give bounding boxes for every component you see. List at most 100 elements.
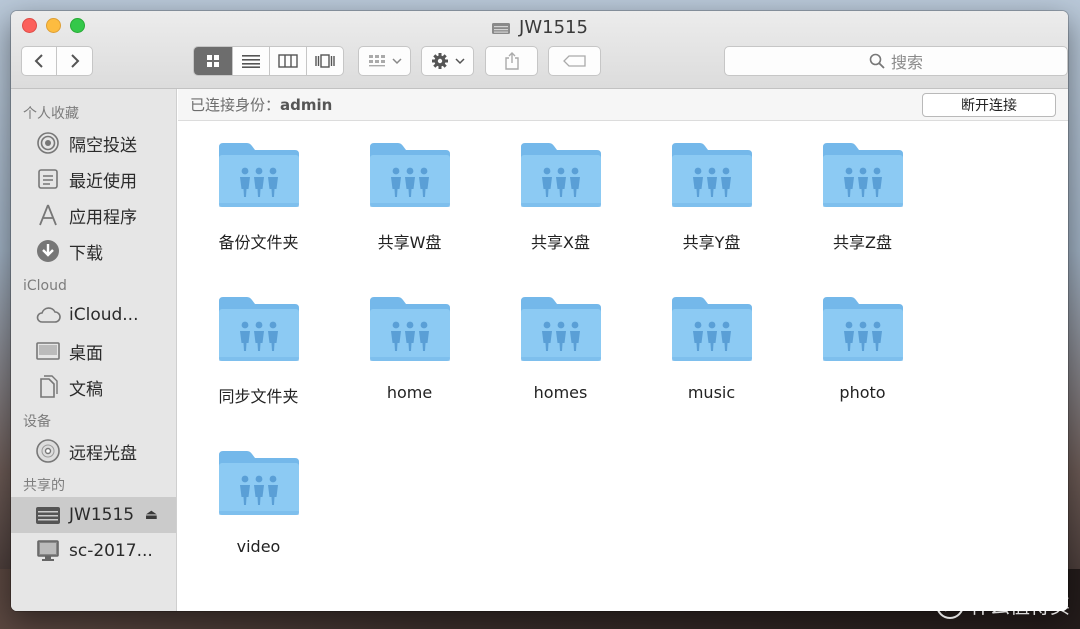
sidebar-item-icloud-drive[interactable]: iCloud... xyxy=(11,297,176,333)
window-title: JW1515 xyxy=(11,17,1068,38)
shared-folder-icon xyxy=(218,451,299,515)
sidebar-item-label: sc-2017... xyxy=(69,541,153,561)
tags-button[interactable] xyxy=(548,46,601,76)
tag-icon xyxy=(562,55,586,67)
shared-folder-icon xyxy=(520,143,601,207)
nas-server-icon xyxy=(35,502,61,528)
view-mode-switcher xyxy=(193,46,344,76)
action-menu-button[interactable] xyxy=(421,46,474,76)
connection-label: 已连接身份： xyxy=(190,96,281,114)
shared-folder[interactable]: 共享Z盘 xyxy=(787,141,938,295)
folder-name: 共享Z盘 xyxy=(833,233,892,252)
shared-folder[interactable]: 共享W盘 xyxy=(334,141,485,295)
shared-folder[interactable]: video xyxy=(183,449,334,603)
chevron-down-icon xyxy=(391,58,402,65)
sidebar-item-documents[interactable]: 文稿 xyxy=(11,369,176,405)
list-view-button[interactable] xyxy=(233,47,270,75)
content-area: 已连接身份： admin 断开连接 备份文件夹 共享W盘 共享X盘 共享Y盘 共… xyxy=(178,89,1068,611)
sidebar-item-downloads[interactable]: 下载 xyxy=(11,233,176,269)
shared-folder-icon xyxy=(520,297,601,361)
eject-icon[interactable]: ⏏ xyxy=(145,507,158,523)
icon-view-icon xyxy=(207,55,220,67)
search-field[interactable]: 搜索 xyxy=(724,46,1068,76)
folder-name: 共享X盘 xyxy=(531,233,590,252)
chevron-right-icon xyxy=(70,54,79,68)
cover-flow-icon xyxy=(315,54,335,68)
sidebar-item-label: 文稿 xyxy=(69,379,103,400)
share-button[interactable] xyxy=(485,46,538,76)
shared-folder[interactable]: 备份文件夹 xyxy=(183,141,334,295)
sidebar-item-label: JW1515 xyxy=(69,505,135,525)
column-view-button[interactable] xyxy=(270,47,307,75)
window-title-text: JW1515 xyxy=(519,17,588,38)
gear-icon xyxy=(431,53,448,69)
shared-folder[interactable]: 共享Y盘 xyxy=(636,141,787,295)
watermark: 值 什么值得买 xyxy=(936,590,1070,619)
shared-folder-icon xyxy=(822,297,903,361)
folder-name: homes xyxy=(533,383,588,402)
search-icon xyxy=(869,53,885,69)
sidebar-item-label: 远程光盘 xyxy=(69,443,137,464)
back-button[interactable] xyxy=(22,47,58,75)
group-by-button[interactable] xyxy=(358,46,411,76)
shared-folder[interactable]: homes xyxy=(485,295,636,449)
shared-folder-icon xyxy=(369,297,450,361)
folder-name: music xyxy=(687,383,736,402)
sidebar-item-remote-disc[interactable]: 远程光盘 xyxy=(11,433,176,469)
connection-user: admin xyxy=(280,95,333,114)
chevron-down-icon xyxy=(454,58,465,65)
shared-folder-icon xyxy=(671,143,752,207)
group-icon xyxy=(368,55,385,67)
forward-button[interactable] xyxy=(57,47,92,75)
cover-flow-view-button[interactable] xyxy=(307,47,344,75)
shared-folder-icon xyxy=(218,143,299,207)
watermark-text: 什么值得买 xyxy=(970,594,1070,618)
folder-name: 共享W盘 xyxy=(377,233,442,252)
folder-name: home xyxy=(386,383,433,402)
sidebar-item-label: 应用程序 xyxy=(69,207,137,228)
finder-window: JW1515 搜索 个人收藏 隔空投送 最近使用 应用程序 下载 iCloud … xyxy=(11,11,1068,611)
chevron-left-icon xyxy=(34,54,43,68)
sidebar: 个人收藏 隔空投送 最近使用 应用程序 下载 iCloud iCloud... … xyxy=(11,89,177,611)
shared-folder[interactable]: 共享X盘 xyxy=(485,141,636,295)
nas-server-icon xyxy=(492,22,511,34)
computer-icon xyxy=(35,538,61,564)
shared-folder[interactable]: home xyxy=(334,295,485,449)
shared-folder-icon xyxy=(369,143,450,207)
document-icon xyxy=(35,374,61,400)
shared-folder[interactable]: photo xyxy=(787,295,938,449)
cloud-icon xyxy=(35,302,61,328)
shared-folder[interactable]: 同步文件夹 xyxy=(183,295,334,449)
sidebar-item-desktop[interactable]: 桌面 xyxy=(11,333,176,369)
search-placeholder: 搜索 xyxy=(890,53,923,72)
sidebar-item-airdrop[interactable]: 隔空投送 xyxy=(11,125,176,161)
shared-folder-icon xyxy=(671,297,752,361)
nav-buttons xyxy=(21,46,93,76)
share-icon xyxy=(504,52,519,70)
sidebar-item-label: iCloud... xyxy=(69,305,139,325)
watermark-badge: 值 xyxy=(936,590,964,619)
sidebar-item-recents[interactable]: 最近使用 xyxy=(11,161,176,197)
folder-name: video xyxy=(236,537,281,556)
folder-name: 备份文件夹 xyxy=(218,233,299,252)
folder-grid: 备份文件夹 共享W盘 共享X盘 共享Y盘 共享Z盘 同步文件夹 home hom… xyxy=(178,121,1068,611)
folder-name: 共享Y盘 xyxy=(682,233,741,252)
sidebar-item-label: 桌面 xyxy=(69,343,103,364)
connection-bar: 已连接身份： admin 断开连接 xyxy=(178,89,1068,121)
disc-icon xyxy=(35,438,61,464)
sidebar-header-icloud: iCloud xyxy=(23,278,67,294)
sidebar-item-sc-2017[interactable]: sc-2017... xyxy=(11,533,176,569)
disconnect-button[interactable]: 断开连接 xyxy=(922,93,1056,117)
airdrop-icon xyxy=(35,130,61,156)
toolbar: 搜索 xyxy=(21,46,1068,76)
list-view-icon xyxy=(242,55,261,68)
shared-folder[interactable]: music xyxy=(636,295,787,449)
sidebar-item-jw1515[interactable]: JW1515 ⏏ xyxy=(11,497,176,533)
folder-name: photo xyxy=(839,383,886,402)
icon-view-button[interactable] xyxy=(194,47,234,75)
sidebar-item-label: 隔空投送 xyxy=(69,135,137,156)
recents-icon xyxy=(35,166,61,192)
sidebar-item-applications[interactable]: 应用程序 xyxy=(11,197,176,233)
sidebar-header-favorites: 个人收藏 xyxy=(23,106,79,122)
applications-icon xyxy=(35,202,61,228)
